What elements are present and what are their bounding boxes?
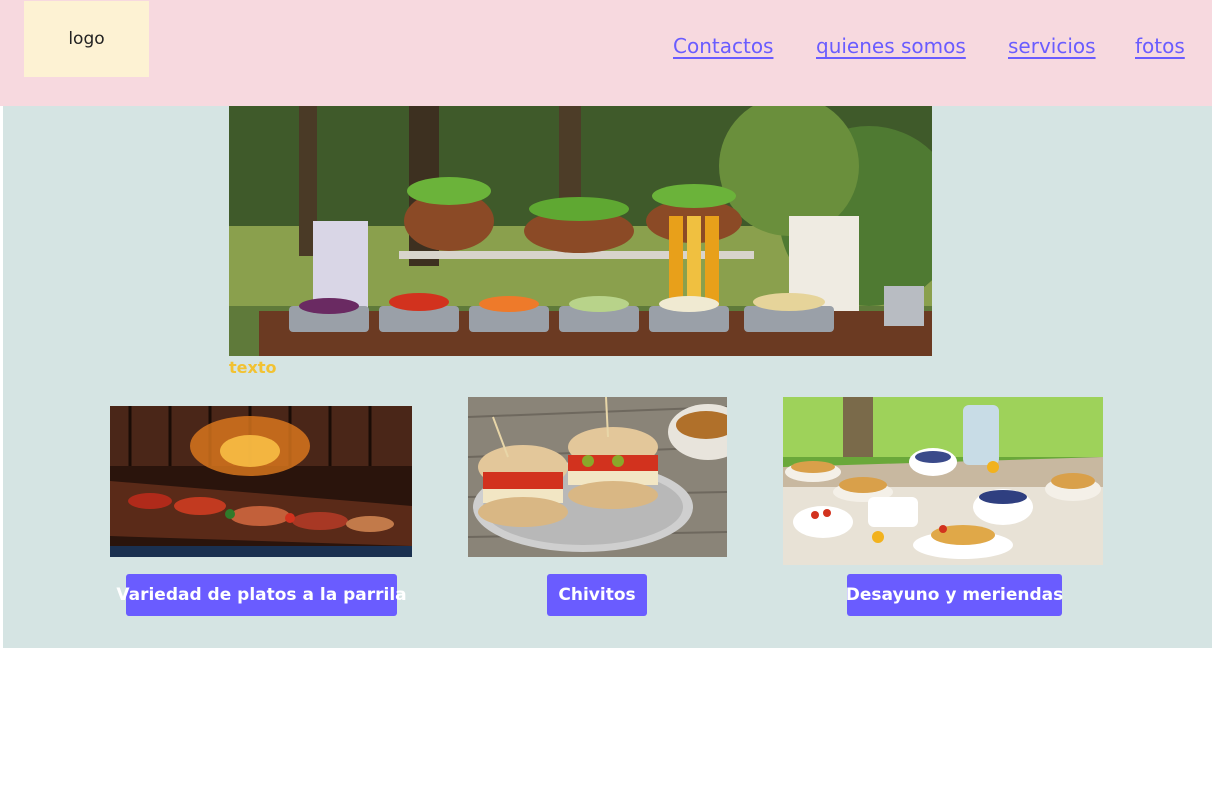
button-desayuno[interactable]: Desayuno y meriendas bbox=[846, 574, 1063, 616]
logo[interactable]: logo bbox=[24, 1, 149, 77]
hero-caption: texto bbox=[229, 358, 277, 377]
button-parrilla[interactable]: Variedad de platos a la parrila bbox=[116, 574, 407, 616]
nav-link-quienes-somos[interactable]: quienes somos bbox=[816, 34, 966, 58]
hero-image-buffet bbox=[229, 106, 932, 356]
card-image-desayuno bbox=[783, 397, 1103, 565]
button-chivitos[interactable]: Chivitos bbox=[547, 574, 647, 616]
site-header: logo Contactos quienes somos servicios f… bbox=[0, 0, 1212, 106]
card-image-chivitos bbox=[468, 397, 727, 557]
card-image-parrilla bbox=[110, 406, 412, 557]
nav-link-fotos[interactable]: fotos bbox=[1135, 34, 1185, 58]
nav-link-servicios[interactable]: servicios bbox=[1008, 34, 1096, 58]
logo-text: logo bbox=[68, 29, 105, 49]
nav-link-contactos[interactable]: Contactos bbox=[673, 34, 773, 58]
